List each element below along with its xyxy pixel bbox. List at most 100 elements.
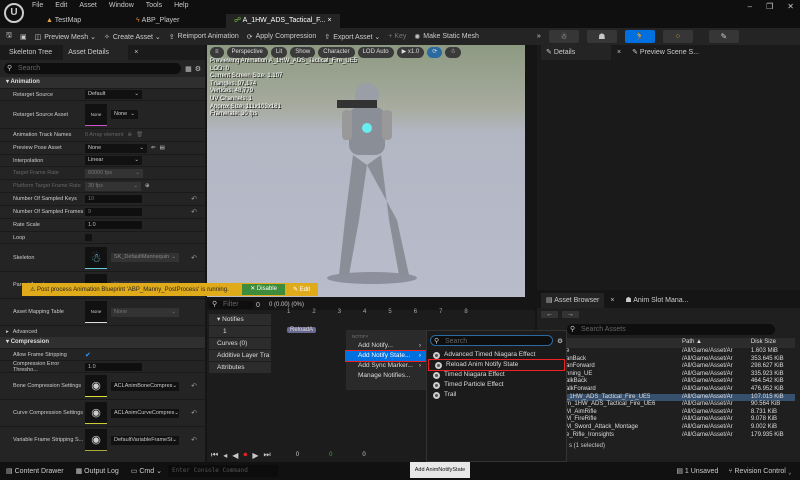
revision-control-button[interactable]: ⑂ Revision Control ⌄ (728, 468, 800, 475)
asset-thumbnail[interactable]: None (85, 103, 107, 126)
variable-stripping-thumbnail[interactable]: ◉ (85, 429, 107, 451)
tab-testmap[interactable]: ▲ TestMap (38, 14, 89, 28)
tab-preview-scene[interactable]: ✎ Preview Scene S... (627, 45, 704, 60)
menu-help[interactable]: Help (174, 2, 188, 9)
track-notify-1[interactable]: 1 (209, 326, 271, 337)
tab-skeleton-tree[interactable]: Skeleton Tree (4, 45, 57, 60)
skeleton-dropdown[interactable]: SK_DefaultMannequin ⌄ (111, 253, 179, 262)
track-notifies[interactable]: ▾ Notifies (209, 314, 271, 325)
blueprint-mode-button[interactable]: ⁘ (662, 30, 693, 43)
reset-icon[interactable]: ↶ (191, 409, 197, 417)
asset-row[interactable]: nning_UE/All/Game/Asset/Ar 335.923 KiB (563, 371, 795, 379)
asset-row[interactable]: m_1HW_ADS_Tactical_Fire_UE6/All/Game/Ass… (563, 401, 795, 409)
preview-viewport[interactable]: ≡ Perspective Lit Show Character LOD Aut… (207, 45, 525, 297)
variable-stripping-dropdown[interactable]: DefaultVariableFrameSt ⌄ (111, 435, 179, 445)
menu-asset[interactable]: Asset (79, 2, 97, 9)
skeleton-thumbnail[interactable]: ☃ (85, 246, 107, 269)
play-button[interactable]: ▶ (252, 451, 258, 460)
reset-icon[interactable]: ↶ (191, 208, 197, 216)
maximize-button[interactable]: ❐ (766, 2, 773, 11)
skip-end-button[interactable]: ⏭ (264, 450, 271, 460)
record-button[interactable]: ⏺ (243, 450, 247, 460)
preview-mesh-button[interactable]: ◫ Preview Mesh ⌄ (35, 33, 96, 41)
settings-icon[interactable]: ⚙ (557, 337, 563, 345)
camera-icon[interactable]: ☃ (445, 47, 461, 58)
forward-button[interactable]: → (562, 311, 579, 318)
menu-edit[interactable]: Edit (55, 2, 67, 9)
asset-row[interactable]: alkForward/All/Game/Asset/Ar 476.952 KiB (563, 386, 795, 394)
menu-add-sync-marker[interactable]: Add Sync Marker... › (346, 361, 426, 371)
transform-tools[interactable]: ⟳ (427, 47, 443, 58)
skip-start-button[interactable]: ⏮ (211, 450, 218, 460)
create-asset-button[interactable]: ✧ Create Asset ⌄ (104, 33, 161, 41)
make-static-mesh-button[interactable]: ✺ Make Static Mesh (414, 33, 479, 41)
reimport-button[interactable]: ⇪ Reimport Animation (169, 33, 239, 41)
browse-icon[interactable]: ▤ (160, 145, 165, 151)
asset-row[interactable]: M_AimRifle/All/Game/Asset/Ar 8.731 KiB (563, 409, 795, 417)
tab-animation[interactable]: ☍ A_1HW_ADS_Tactical_F... × (226, 14, 340, 28)
apply-compression-button[interactable]: ⟳ Apply Compression (247, 33, 317, 41)
reload-anim-notify-state-item[interactable]: Reload Anim Notify State (428, 359, 565, 371)
track-attributes[interactable]: Attributes (209, 362, 271, 373)
curve-compression-thumbnail[interactable]: ◉ (85, 402, 107, 424)
disable-button[interactable]: ✕ Disable (242, 284, 285, 295)
character-button[interactable]: Character (318, 47, 355, 58)
notify-reloada[interactable]: ReloadA (287, 327, 317, 333)
asset-row[interactable]: alkBack/All/Game/Asset/Ar 464.542 KiB (563, 378, 795, 386)
track-curves[interactable]: Curves (0) (209, 338, 271, 349)
menu-file[interactable]: File (32, 2, 43, 9)
notify-class-item[interactable]: Timed Particle Effect (427, 380, 566, 390)
physics-mode-button[interactable]: ✎ (708, 30, 739, 43)
asset-row[interactable]: anForward/All/Game/Asset/Ar 298.627 KiB (563, 363, 795, 371)
tab-asset-browser[interactable]: ▤ Asset Browser (541, 293, 605, 308)
edit-button[interactable]: ✎ Edit (285, 286, 318, 293)
delete-icon[interactable]: 🗑 (136, 132, 143, 138)
menu-window[interactable]: Window (109, 2, 134, 9)
platform-frame-rate-dropdown[interactable]: 30 fps ⌄ (85, 181, 141, 191)
close-tab-icon[interactable]: × (610, 297, 614, 304)
back-button[interactable]: ← (541, 311, 558, 318)
console-input[interactable]: Enter Console Command (167, 465, 278, 477)
notify-class-item[interactable]: Advanced Timed Niagara Effect (427, 350, 566, 360)
output-log-button[interactable]: ▦ Output Log (70, 467, 125, 475)
lit-button[interactable]: Lit (270, 47, 288, 58)
menu-manage-notifies[interactable]: Manage Notifies... (346, 371, 426, 381)
rate-scale-input[interactable]: 1.0 (85, 221, 142, 229)
step-back-button[interactable]: ◂ (223, 451, 227, 460)
column-name[interactable]: Name (563, 338, 679, 348)
menu-add-notify-state[interactable]: Add Notify State... › (345, 350, 427, 362)
curve-compression-dropdown[interactable]: ACLAnimCurveCompres ⌄ (111, 408, 179, 418)
minimize-button[interactable]: – (748, 2, 752, 11)
close-window-button[interactable]: ✕ (787, 2, 794, 11)
retarget-asset-dropdown[interactable]: None ⌄ (111, 110, 138, 119)
play-reverse-button[interactable]: ◀ (232, 451, 238, 460)
section-advanced[interactable]: ▸ Advanced (0, 325, 205, 337)
content-drawer-button[interactable]: ▤ Content Drawer (0, 467, 70, 475)
error-threshold-input[interactable]: 1.0 (85, 362, 142, 371)
details-search-input[interactable]: ⚲ Search (4, 63, 182, 74)
frame-ruler[interactable]: 12345678 (287, 309, 468, 315)
close-tab-icon[interactable]: × (134, 49, 138, 56)
show-button[interactable]: Show (290, 47, 316, 58)
use-selected-icon[interactable]: ⇐ (151, 145, 156, 151)
playback-speed-button[interactable]: ▶ x1.0 (396, 47, 425, 58)
cmd-button[interactable]: ▭ Cmd ⌄ (125, 467, 168, 475)
section-compression[interactable]: ▾ Compression (0, 337, 205, 348)
reset-icon[interactable]: ↶ (191, 436, 197, 444)
tab-details[interactable]: ✎ Details (541, 45, 611, 60)
close-tab-icon[interactable]: × (617, 49, 621, 56)
notify-search-input[interactable]: ⚲ Search (430, 335, 554, 346)
menu-tools[interactable]: Tools (146, 2, 162, 9)
lod-button[interactable]: LOD Auto (357, 47, 394, 58)
settings-icon[interactable]: ⚙ (195, 65, 201, 73)
mapping-thumbnail[interactable]: None (85, 301, 107, 323)
menu-add-notify[interactable]: Add Notify... › (346, 341, 426, 351)
asset-row[interactable]: M_Sword_Attack_Montage/All/Game/Asset/Ar… (563, 424, 795, 432)
asset-row[interactable]: _1HW_ADS_Tactical_Fire_UE5/All/Game/Asse… (563, 393, 795, 402)
asset-row[interactable]: e/All/Game/Asset/Ar 1.603 MiB (563, 348, 795, 356)
add-element-icon[interactable]: ⊕ (128, 132, 133, 138)
more-button[interactable]: » (537, 33, 541, 40)
loop-checkbox[interactable] (85, 234, 92, 241)
notify-class-item[interactable]: Timed Niagara Effect (427, 370, 566, 380)
reset-icon[interactable]: ↶ (191, 195, 197, 203)
